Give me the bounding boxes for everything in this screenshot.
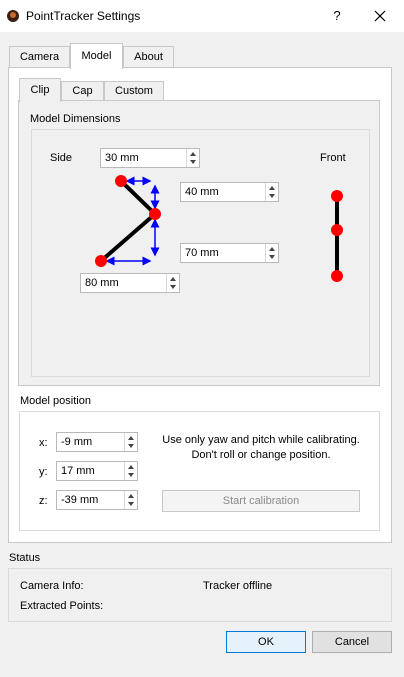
- bottom-length-value: 70 mm: [185, 247, 219, 259]
- spin-up-icon[interactable]: [190, 152, 196, 156]
- front-point-middle: [331, 224, 343, 236]
- spin-down-icon[interactable]: [170, 285, 176, 289]
- calibration-hint-line1: Use only yaw and pitch while calibrating…: [162, 434, 360, 446]
- spin-up-icon[interactable]: [170, 277, 176, 281]
- spin-up-icon[interactable]: [269, 186, 275, 190]
- x-position-spinbox[interactable]: -9 mm: [56, 432, 138, 452]
- camera-info-value: Tracker offline: [203, 580, 273, 592]
- depth-value: 80 mm: [85, 277, 119, 289]
- top-length-spin-buttons[interactable]: [265, 183, 278, 201]
- spin-up-icon[interactable]: [128, 436, 134, 440]
- z-position-spinbox[interactable]: -39 mm: [56, 490, 138, 510]
- extracted-points-label: Extracted Points:: [20, 600, 104, 612]
- side-link-bottom: [99, 212, 157, 263]
- y-label: y:: [39, 466, 48, 478]
- spin-down-icon[interactable]: [190, 160, 196, 164]
- spin-down-icon[interactable]: [128, 444, 134, 448]
- side-spinbox[interactable]: 30 mm: [100, 148, 200, 168]
- front-point-bottom: [331, 270, 343, 282]
- y-position-spinbox[interactable]: 17 mm: [56, 461, 138, 481]
- spin-down-icon[interactable]: [128, 473, 134, 477]
- top-length-spinbox[interactable]: 40 mm: [180, 182, 279, 202]
- front-point-top: [331, 190, 343, 202]
- x-spin-buttons[interactable]: [124, 433, 137, 451]
- ok-button[interactable]: OK: [226, 631, 306, 653]
- side-spin-buttons[interactable]: [186, 149, 199, 167]
- side-point-bottom: [95, 255, 107, 267]
- z-label: z:: [39, 495, 48, 507]
- tab-clip[interactable]: Clip: [19, 78, 61, 102]
- start-calibration-button[interactable]: Start calibration: [162, 490, 360, 512]
- y-spin-buttons[interactable]: [124, 462, 137, 480]
- bottom-length-spin-buttons[interactable]: [265, 244, 278, 262]
- depth-spinbox[interactable]: 80 mm: [80, 273, 180, 293]
- top-length-value: 40 mm: [185, 186, 219, 198]
- y-position-value: 17 mm: [61, 465, 95, 477]
- status-title: Status: [9, 552, 41, 564]
- camera-info-label: Camera Info:: [20, 580, 84, 592]
- model-position-title: Model position: [20, 395, 91, 407]
- spin-down-icon[interactable]: [128, 502, 134, 506]
- side-link-top: [119, 179, 157, 216]
- x-position-value: -9 mm: [61, 436, 93, 448]
- spin-down-icon[interactable]: [269, 255, 275, 259]
- cancel-button[interactable]: Cancel: [312, 631, 392, 653]
- z-position-value: -39 mm: [61, 494, 99, 506]
- side-point-middle: [149, 208, 161, 220]
- spin-down-icon[interactable]: [269, 194, 275, 198]
- x-label: x:: [39, 437, 48, 449]
- spin-up-icon[interactable]: [128, 465, 134, 469]
- bottom-length-spinbox[interactable]: 70 mm: [180, 243, 279, 263]
- spin-up-icon[interactable]: [128, 494, 134, 498]
- calibration-hint-line2: Don't roll or change position.: [191, 449, 331, 461]
- z-spin-buttons[interactable]: [124, 491, 137, 509]
- depth-spin-buttons[interactable]: [166, 274, 179, 292]
- tab-model[interactable]: Model: [70, 43, 123, 69]
- spin-up-icon[interactable]: [269, 247, 275, 251]
- side-value: 30 mm: [105, 152, 139, 164]
- side-point-top: [115, 175, 127, 187]
- status-frame: [8, 568, 392, 622]
